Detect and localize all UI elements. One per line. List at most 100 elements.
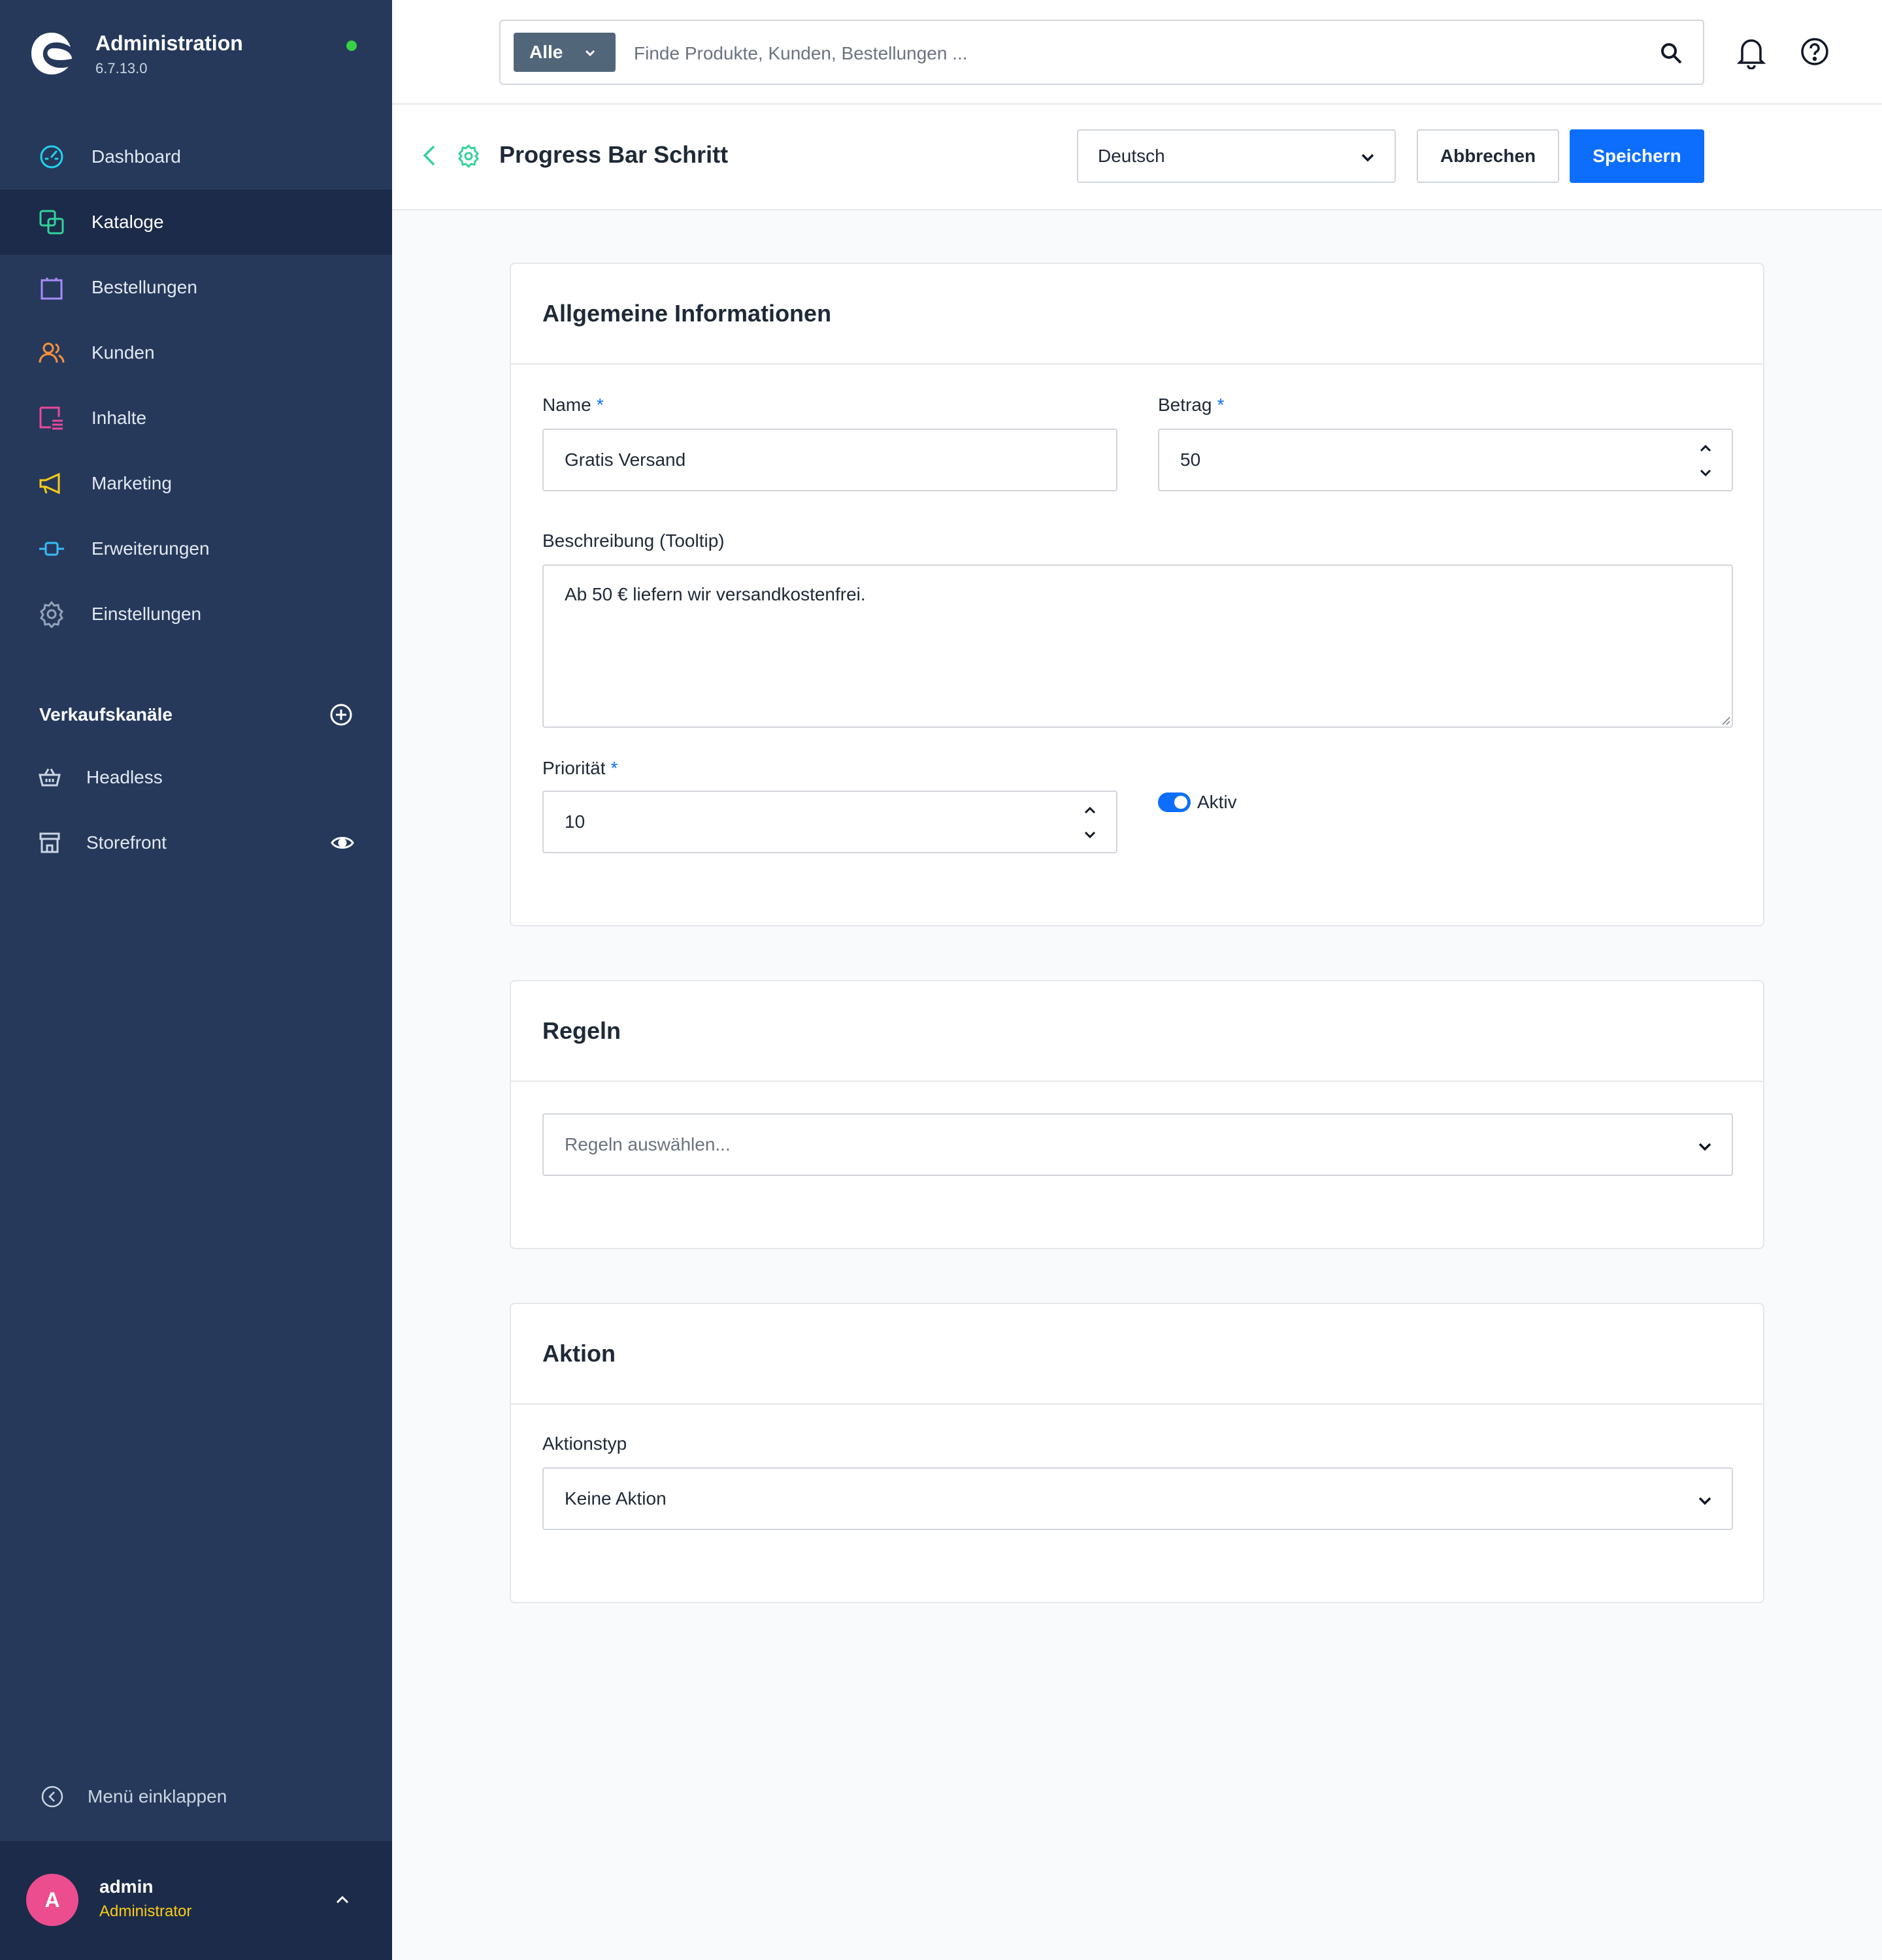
nav-item-inhalte[interactable]: Inhalte (0, 385, 392, 451)
number-stepper-icon[interactable] (1698, 439, 1713, 482)
rules-card: Regeln Regeln auswählen... (510, 980, 1764, 1249)
bell-icon[interactable] (1736, 35, 1767, 69)
card-title: Allgemeine Informationen (511, 264, 1763, 365)
storefront-icon (39, 832, 60, 853)
name-value: Gratis Versand (565, 449, 686, 470)
chevron-up-icon[interactable] (332, 1889, 353, 1910)
priority-field[interactable]: 10 (542, 791, 1117, 853)
collapse-menu-label: Menü einklappen (88, 1786, 227, 1806)
user-role: Administrator (99, 1903, 192, 1920)
chevron-down-icon (1698, 1143, 1711, 1151)
dashboard-icon (37, 142, 67, 172)
nav-label: Kataloge (91, 212, 164, 232)
chevron-left-circle-icon (41, 1786, 63, 1808)
rules-placeholder: Regeln auswählen... (565, 1134, 731, 1154)
top-bar: Alle (392, 0, 1882, 105)
name-field[interactable]: Gratis Versand (542, 429, 1117, 491)
language-value: Deutsch (1098, 146, 1165, 166)
nav-item-erweiterungen[interactable]: Erweiterungen (0, 516, 392, 581)
nav-label: Dashboard (91, 146, 181, 167)
action-type-select[interactable]: Keine Aktion (542, 1467, 1733, 1530)
amount-value: 50 (1180, 449, 1201, 470)
nav-item-marketing[interactable]: Marketing (0, 451, 392, 516)
priority-label-text: Priorität (542, 758, 606, 778)
amount-label-text: Betrag (1158, 395, 1212, 415)
number-stepper-icon[interactable] (1082, 801, 1098, 844)
rules-select[interactable]: Regeln auswählen... (542, 1113, 1733, 1176)
action-card: Aktion Aktionstyp Keine Aktion (510, 1303, 1764, 1603)
nav-label: Marketing (91, 473, 172, 493)
search-filter-label: Alle (529, 42, 563, 62)
sales-channel-headless[interactable]: Headless (0, 745, 392, 810)
chevron-down-icon (1698, 1497, 1711, 1505)
search-type-filter[interactable]: Alle (514, 33, 616, 72)
card-title: Aktion (511, 1304, 1763, 1405)
customers-icon (37, 338, 67, 368)
required-mark: * (1217, 395, 1225, 415)
required-mark: * (610, 758, 618, 778)
sales-channels-header: Verkaufskanäle (39, 703, 353, 727)
name-label-text: Name (542, 395, 591, 415)
status-indicator (346, 41, 357, 51)
description-textarea[interactable]: Ab 50 € liefern wir versandkostenfrei. (542, 564, 1733, 728)
save-button[interactable]: Speichern (1570, 129, 1704, 183)
catalog-icon (37, 207, 67, 237)
nav-item-einstellungen[interactable]: Einstellungen (0, 581, 392, 647)
shopware-logo-icon[interactable] (29, 30, 74, 77)
nav-label: Kunden (91, 342, 155, 363)
name-label: Name * (542, 395, 604, 416)
nav-label: Erweiterungen (91, 538, 210, 559)
active-label: Aktiv (1197, 792, 1237, 812)
active-toggle[interactable]: Aktiv (1158, 792, 1237, 813)
smart-bar: Progress Bar Schritt Deutsch Abbrechen S… (392, 106, 1882, 210)
nav-item-kataloge[interactable]: Kataloge (0, 189, 392, 255)
search-icon[interactable] (1659, 41, 1683, 65)
basket-icon (39, 768, 61, 787)
language-switch[interactable]: Deutsch (1077, 129, 1396, 183)
search-input[interactable] (634, 39, 1614, 68)
marketing-icon (37, 468, 67, 498)
help-icon[interactable] (1800, 37, 1830, 67)
back-arrow-icon[interactable] (420, 142, 439, 169)
nav-label: Einstellungen (91, 604, 202, 624)
cancel-button[interactable]: Abbrechen (1417, 129, 1559, 183)
general-info-card: Allgemeine Informationen Name * Gratis Ve… (510, 263, 1764, 926)
brand-title: Administration (95, 31, 243, 55)
card-title: Regeln (511, 981, 1763, 1082)
settings-module-icon (458, 144, 479, 169)
nav-label: Bestellungen (91, 277, 197, 297)
orders-icon (37, 272, 67, 302)
brand-version: 6.7.13.0 (95, 60, 148, 76)
priority-label: Priorität * (542, 758, 618, 779)
eye-icon[interactable] (331, 832, 354, 853)
sidebar: Administration 6.7.13.0 Dashboard Katalo… (0, 0, 392, 1960)
description-value: Ab 50 € liefern wir versandkostenfrei. (565, 584, 866, 604)
brand: Administration 6.7.13.0 (29, 30, 243, 77)
user-name: admin (99, 1876, 154, 1897)
resize-handle-icon[interactable] (1720, 715, 1730, 725)
add-sales-channel-icon[interactable] (329, 703, 353, 727)
priority-value: 10 (565, 811, 586, 832)
action-type-value: Keine Aktion (565, 1488, 667, 1509)
nav-item-dashboard[interactable]: Dashboard (0, 124, 392, 189)
settings-icon (37, 599, 67, 629)
nav-label: Inhalte (91, 408, 147, 428)
global-search: Alle (499, 20, 1704, 85)
required-mark: * (596, 395, 604, 415)
nav-item-kunden[interactable]: Kunden (0, 320, 392, 385)
chevron-down-icon (585, 50, 595, 57)
nav-item-bestellungen[interactable]: Bestellungen (0, 255, 392, 320)
user-menu[interactable]: A admin Administrator (0, 1841, 392, 1960)
amount-field[interactable]: 50 (1158, 429, 1733, 491)
amount-label: Betrag * (1158, 395, 1224, 416)
sales-channel-label: Storefront (86, 832, 167, 853)
toggle-switch[interactable] (1158, 792, 1191, 812)
collapse-menu-button[interactable]: Menü einklappen (41, 1785, 227, 1808)
action-type-label: Aktionstyp (542, 1433, 627, 1454)
extensions-icon (37, 534, 67, 564)
sales-channel-label: Headless (86, 767, 163, 787)
sales-channels-list: Headless Storefront (0, 745, 392, 875)
page-title: Progress Bar Schritt (499, 141, 729, 168)
description-label: Beschreibung (Tooltip) (542, 531, 725, 551)
sales-channel-storefront[interactable]: Storefront (0, 810, 392, 875)
